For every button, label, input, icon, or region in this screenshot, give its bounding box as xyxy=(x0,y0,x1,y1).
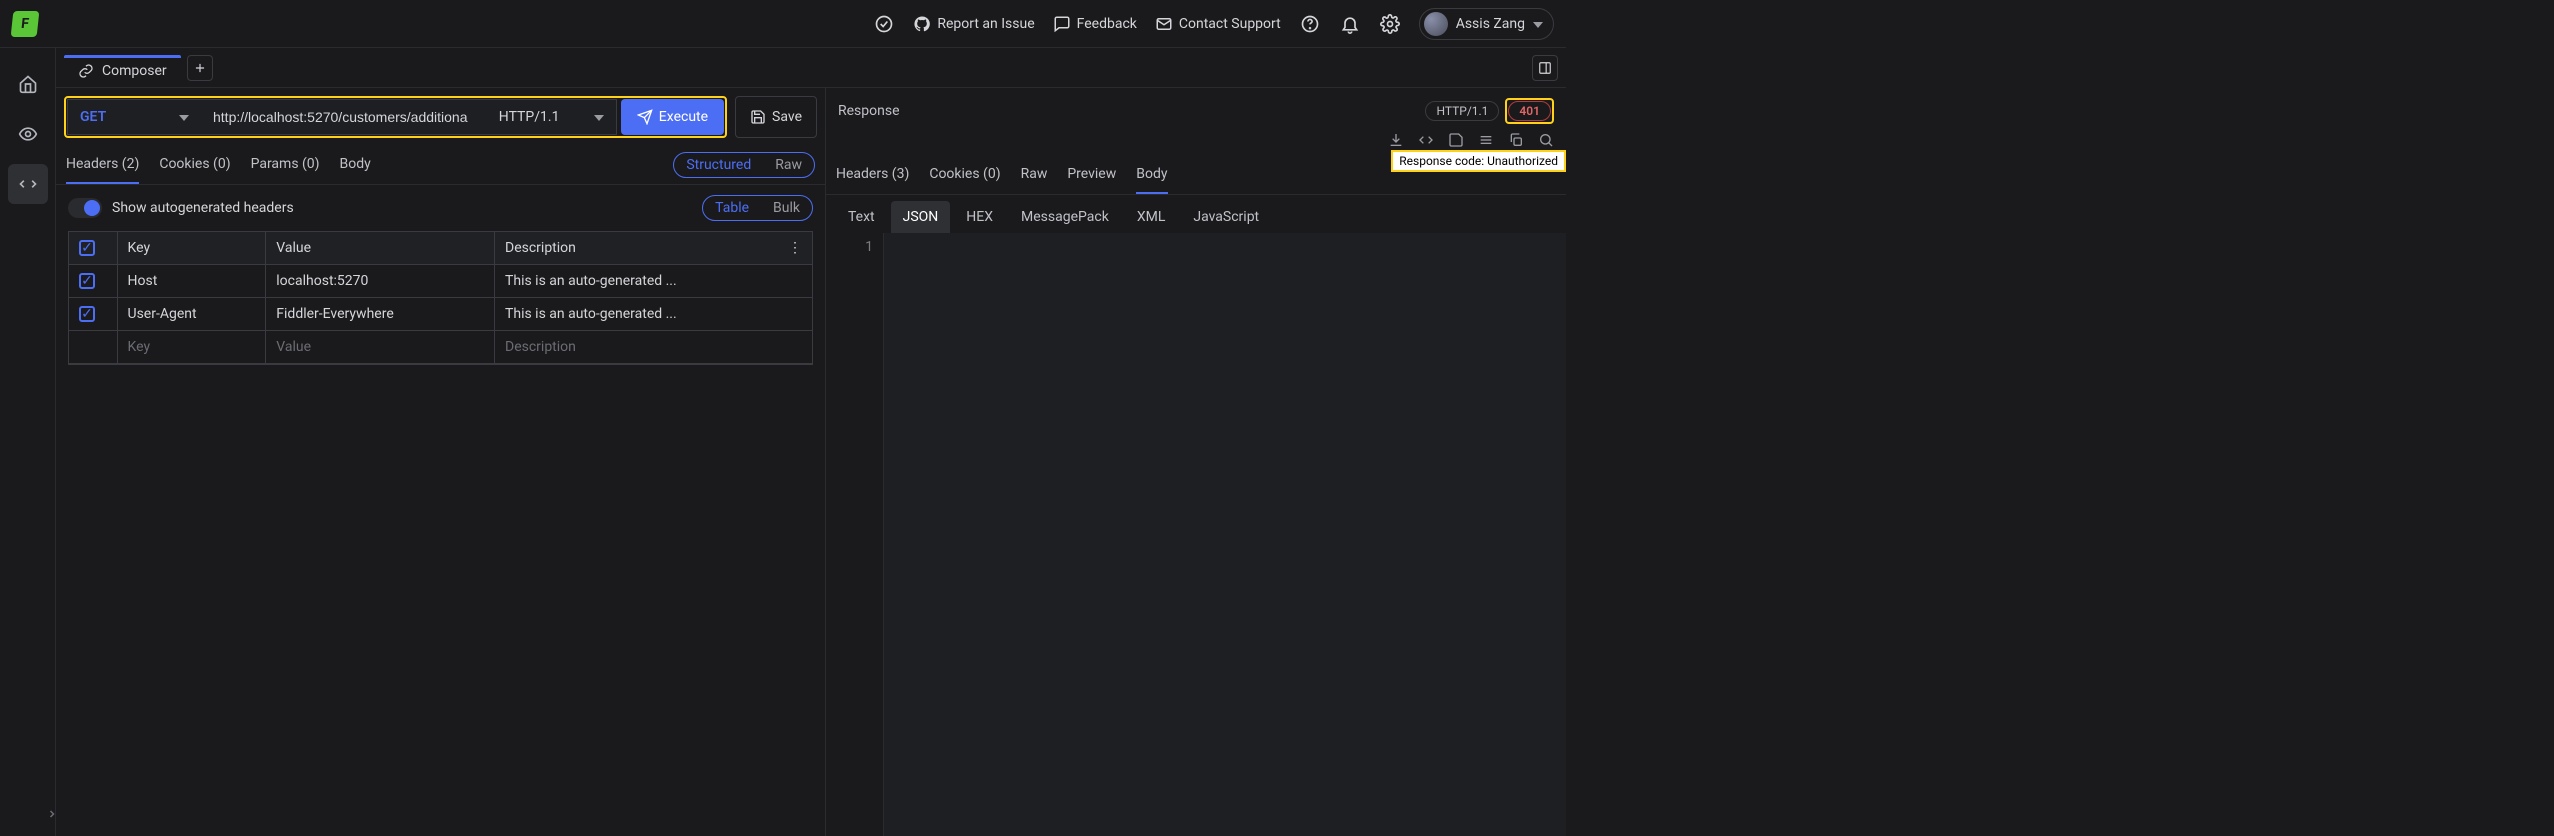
view-mode-toggle[interactable]: Structured Raw xyxy=(673,152,815,178)
subtab-body[interactable]: Body xyxy=(340,146,371,184)
send-icon xyxy=(637,109,653,125)
response-title: Response xyxy=(838,103,900,119)
method-select[interactable]: GET xyxy=(67,99,201,135)
view-table[interactable]: Table xyxy=(703,196,761,220)
status-code-badge[interactable]: 401 xyxy=(1508,101,1551,121)
body-tab-xml[interactable]: XML xyxy=(1125,201,1178,233)
resp-tab-preview[interactable]: Preview xyxy=(1067,156,1116,194)
subtab-params[interactable]: Params (0) xyxy=(251,146,320,184)
select-all-checkbox[interactable]: ✓ xyxy=(79,240,95,256)
table-row-new: Key Value Description xyxy=(69,331,812,364)
search-icon[interactable] xyxy=(1538,132,1554,148)
chevron-down-icon xyxy=(594,109,604,125)
resp-tab-body[interactable]: Body xyxy=(1136,156,1167,194)
resp-tab-cookies[interactable]: Cookies (0) xyxy=(929,156,1000,194)
input-key[interactable]: Key xyxy=(117,331,266,364)
table-bulk-toggle[interactable]: Table Bulk xyxy=(702,195,813,221)
view-raw[interactable]: Raw xyxy=(763,153,814,177)
bell-icon[interactable] xyxy=(1339,13,1361,35)
input-value[interactable]: Value xyxy=(266,331,495,364)
subtab-cookies[interactable]: Cookies (0) xyxy=(159,146,230,184)
row-checkbox[interactable]: ✓ xyxy=(79,306,95,322)
resp-tab-headers[interactable]: Headers (3) xyxy=(836,156,909,194)
tabs-bar: Composer xyxy=(56,48,1566,88)
table-row: ✓ User-Agent Fiddler-Everywhere This is … xyxy=(69,298,812,331)
more-icon[interactable]: ⋮ xyxy=(788,240,802,256)
report-issue-link[interactable]: Report an Issue xyxy=(913,15,1034,33)
body-tab-msgpack[interactable]: MessagePack xyxy=(1009,201,1121,233)
save-icon[interactable] xyxy=(1448,132,1464,148)
cell-key[interactable]: Host xyxy=(117,265,266,298)
th-value[interactable]: Value xyxy=(266,232,495,265)
body-format-tabs: Text JSON HEX MessagePack XML JavaScript xyxy=(826,195,1566,233)
tab-label: Composer xyxy=(102,63,167,79)
layout-toggle-button[interactable] xyxy=(1532,55,1558,81)
link-icon xyxy=(78,63,94,79)
save-icon xyxy=(750,109,766,125)
request-line-highlight: GET HTTP/1.1 xyxy=(64,96,727,138)
execute-button[interactable]: Execute xyxy=(621,99,724,135)
cell-desc[interactable]: This is an auto-generated ... xyxy=(495,298,813,331)
body-tab-text[interactable]: Text xyxy=(836,201,887,233)
cell-value[interactable]: localhost:5270 xyxy=(266,265,495,298)
check-circle-icon[interactable] xyxy=(873,13,895,35)
table-row: ✓ Host localhost:5270 This is an auto-ge… xyxy=(69,265,812,298)
download-icon[interactable] xyxy=(1388,132,1404,148)
gear-icon[interactable] xyxy=(1379,13,1401,35)
show-autogen-label: Show autogenerated headers xyxy=(112,200,294,216)
editor-gutter: 1 xyxy=(826,233,884,836)
user-menu[interactable]: Assis Zang xyxy=(1419,8,1554,40)
save-button[interactable]: Save xyxy=(735,96,817,138)
request-subtabs: Headers (2) Cookies (0) Params (0) Body … xyxy=(56,142,825,185)
cell-key[interactable]: User-Agent xyxy=(117,298,266,331)
view-bulk[interactable]: Bulk xyxy=(761,196,812,220)
copy-icon[interactable] xyxy=(1508,132,1524,148)
row-checkbox[interactable]: ✓ xyxy=(79,273,95,289)
sidebar-composer-button[interactable] xyxy=(8,164,48,204)
add-tab-button[interactable] xyxy=(187,55,213,81)
cell-value[interactable]: Fiddler-Everywhere xyxy=(266,298,495,331)
view-structured[interactable]: Structured xyxy=(674,153,763,177)
cell-desc[interactable]: This is an auto-generated ... xyxy=(495,265,813,298)
th-description[interactable]: Description xyxy=(505,240,576,256)
feedback-link[interactable]: Feedback xyxy=(1053,15,1137,33)
show-autogen-switch[interactable] xyxy=(68,198,102,218)
tab-composer[interactable]: Composer xyxy=(64,55,181,87)
status-tooltip: Response code: Unauthorized xyxy=(1391,150,1566,172)
response-protocol-chip: HTTP/1.1 xyxy=(1425,101,1499,121)
headers-table: ✓ Key Value Description ⋮ ✓ Host xyxy=(68,231,813,365)
brand-logo: F xyxy=(11,11,40,37)
avatar xyxy=(1424,12,1448,36)
list-icon[interactable] xyxy=(1478,132,1494,148)
body-tab-json[interactable]: JSON xyxy=(891,201,951,233)
response-editor[interactable]: 1 xyxy=(826,233,1566,836)
resp-tab-raw[interactable]: Raw xyxy=(1021,156,1048,194)
url-input[interactable] xyxy=(201,99,487,135)
sidebar-live-button[interactable] xyxy=(8,114,48,154)
code-icon[interactable] xyxy=(1418,132,1434,148)
help-icon[interactable] xyxy=(1299,13,1321,35)
chevron-down-icon xyxy=(1533,16,1543,32)
th-key[interactable]: Key xyxy=(117,232,266,265)
protocol-select[interactable]: HTTP/1.1 xyxy=(487,99,617,135)
sidebar-home-button[interactable] xyxy=(8,64,48,104)
body-tab-hex[interactable]: HEX xyxy=(954,201,1005,233)
input-desc[interactable]: Description xyxy=(495,331,813,364)
contact-support-link[interactable]: Contact Support xyxy=(1155,15,1281,33)
top-bar: F Report an Issue Feedback Contact Suppo… xyxy=(0,0,1566,48)
subtab-headers[interactable]: Headers (2) xyxy=(66,146,139,184)
sidebar xyxy=(0,48,56,836)
chevron-down-icon xyxy=(179,109,189,125)
editor-content[interactable] xyxy=(884,233,1566,836)
body-tab-js[interactable]: JavaScript xyxy=(1181,201,1271,233)
status-code-highlight: 401 xyxy=(1505,98,1554,124)
